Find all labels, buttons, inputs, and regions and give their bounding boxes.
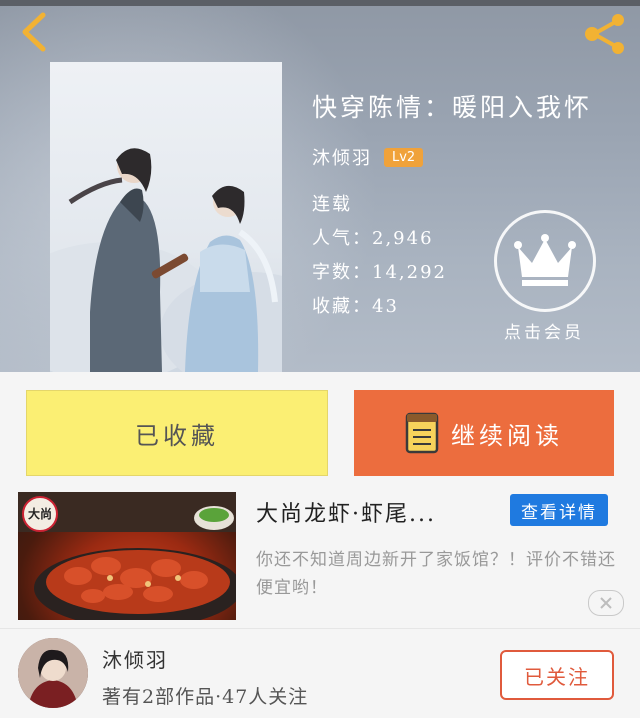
word-count-stat: 字数：14,292 <box>312 258 447 284</box>
book-title: 快穿陈情：暖阳入我怀 <box>312 93 593 122</box>
book-info: 快穿陈情：暖阳入我怀 沐倾羽 Lv2 连载 人气：2,946 字数：14,292… <box>312 88 632 317</box>
ad-title[interactable]: 大尚龙虾·虾尾... <box>256 496 436 528</box>
vip-member-button[interactable]: 点击会员 <box>494 210 596 343</box>
chevron-left-icon <box>22 12 46 52</box>
popularity-stat: 人气：2,946 <box>312 224 434 250</box>
crown-icon <box>514 234 576 286</box>
vip-badge <box>494 210 596 312</box>
favorites-value: 43 <box>372 296 399 317</box>
avatar-illustration <box>18 638 88 708</box>
favorites-label: 收藏： <box>312 296 372 317</box>
share-button[interactable] <box>580 12 630 56</box>
word-count-label: 字数： <box>312 262 372 283</box>
collected-label: 已收藏 <box>135 421 219 450</box>
view-details-button[interactable]: 查看详情 <box>510 494 608 526</box>
book-cover[interactable] <box>50 62 282 372</box>
ad-description: 你还不知道周边新开了家饭馆？！评价不错还便宜哟！ <box>256 550 616 598</box>
share-icon <box>585 14 624 54</box>
ad-close-button[interactable] <box>588 590 624 616</box>
author-level-badge: Lv2 <box>384 147 424 167</box>
follow-button[interactable]: 已关注 <box>500 650 614 700</box>
follow-label: 已关注 <box>524 664 590 689</box>
favorites-stat: 收藏：43 <box>312 292 399 318</box>
ad-logo-text: 大尚 <box>28 507 53 521</box>
popularity-label: 人气： <box>312 228 372 249</box>
word-count-value: 14,292 <box>372 262 447 283</box>
author-row[interactable]: 沐倾羽 Lv2 <box>312 144 424 170</box>
book-header: 快穿陈情：暖阳入我怀 沐倾羽 Lv2 连载 人气：2,946 字数：14,292… <box>0 0 640 372</box>
close-icon <box>600 597 612 609</box>
popularity-value: 2,946 <box>372 228 434 249</box>
cover-illustration <box>50 148 282 372</box>
section-divider <box>0 628 640 629</box>
view-details-label: 查看详情 <box>521 502 597 523</box>
footer-author-stats: 著有2部作品·47人关注 <box>102 686 309 708</box>
author-avatar[interactable] <box>18 638 88 708</box>
collected-button[interactable]: 已收藏 <box>26 390 328 476</box>
footer-author-name[interactable]: 沐倾羽 <box>102 644 168 673</box>
ad-image[interactable]: 大尚 <box>18 492 236 620</box>
vip-label: 点击会员 <box>504 323 584 343</box>
book-icon <box>405 412 439 454</box>
back-button[interactable] <box>14 10 54 54</box>
author-name[interactable]: 沐倾羽 <box>312 144 372 170</box>
continue-reading-label: 继续阅读 <box>451 421 563 450</box>
continue-reading-button[interactable]: 继续阅读 <box>354 390 614 476</box>
status-text: 连载 <box>312 194 352 215</box>
